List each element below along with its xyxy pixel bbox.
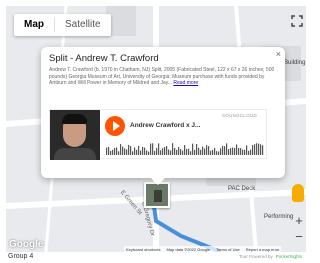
fullscreen-icon[interactable] [290, 14, 304, 28]
map-type-satellite-button[interactable]: Satellite [55, 14, 111, 36]
description-text: Andrew T. Crawford (b. 1970 in Chatham, … [49, 67, 275, 87]
building-label: Building [284, 60, 306, 66]
waveform[interactable] [106, 143, 264, 155]
soundcloud-player: Andrew Crawford x J... SOUNDCLOUD [49, 109, 267, 160]
read-more-link[interactable]: Read more [173, 80, 198, 86]
map-attribution: Keyboard shortcuts Map data ©2022 Google… [124, 246, 282, 252]
map-viewport[interactable]: Map Satellite Building PAC Deck Performi… [6, 6, 306, 252]
pegman-icon[interactable] [292, 184, 304, 202]
zoom-out-icon[interactable]: − [292, 230, 306, 244]
report-error-link[interactable]: Report a map error [246, 247, 280, 252]
track-title[interactable]: Andrew Crawford x J... [130, 122, 200, 129]
map-data-text: Map data ©2022 Google [166, 247, 211, 252]
info-window: × Split - Andrew T. Crawford Andrew T. C… [41, 47, 285, 185]
popup-title: Split - Andrew T. Crawford [49, 53, 159, 64]
artist-photo [50, 110, 100, 160]
map-type-control: Map Satellite [14, 14, 111, 36]
artwork-marker[interactable] [144, 182, 170, 208]
powered-by: Tour Powered by PocketSights [239, 254, 302, 259]
keyboard-shortcuts-link[interactable]: Keyboard shortcuts [126, 247, 160, 252]
powered-by-text: Tour Powered by [238, 254, 273, 259]
performing-label: Performing [264, 214, 294, 220]
terms-link[interactable]: Terms of Use [216, 247, 240, 252]
popup-description: Andrew T. Crawford (b. 1970 in Chatham, … [49, 67, 281, 87]
google-logo: Google [9, 239, 44, 250]
zoom-in-icon[interactable]: + [292, 214, 306, 228]
group-caption: Group 4 [8, 253, 34, 260]
soundcloud-logo[interactable]: SOUNDCLOUD [222, 113, 257, 118]
close-icon[interactable]: × [276, 50, 281, 59]
pac-deck-label: PAC Deck [228, 186, 256, 192]
pocketsights-logo[interactable]: PocketSights [276, 254, 302, 259]
map-type-map-button[interactable]: Map [14, 14, 54, 36]
play-icon[interactable] [105, 116, 125, 136]
